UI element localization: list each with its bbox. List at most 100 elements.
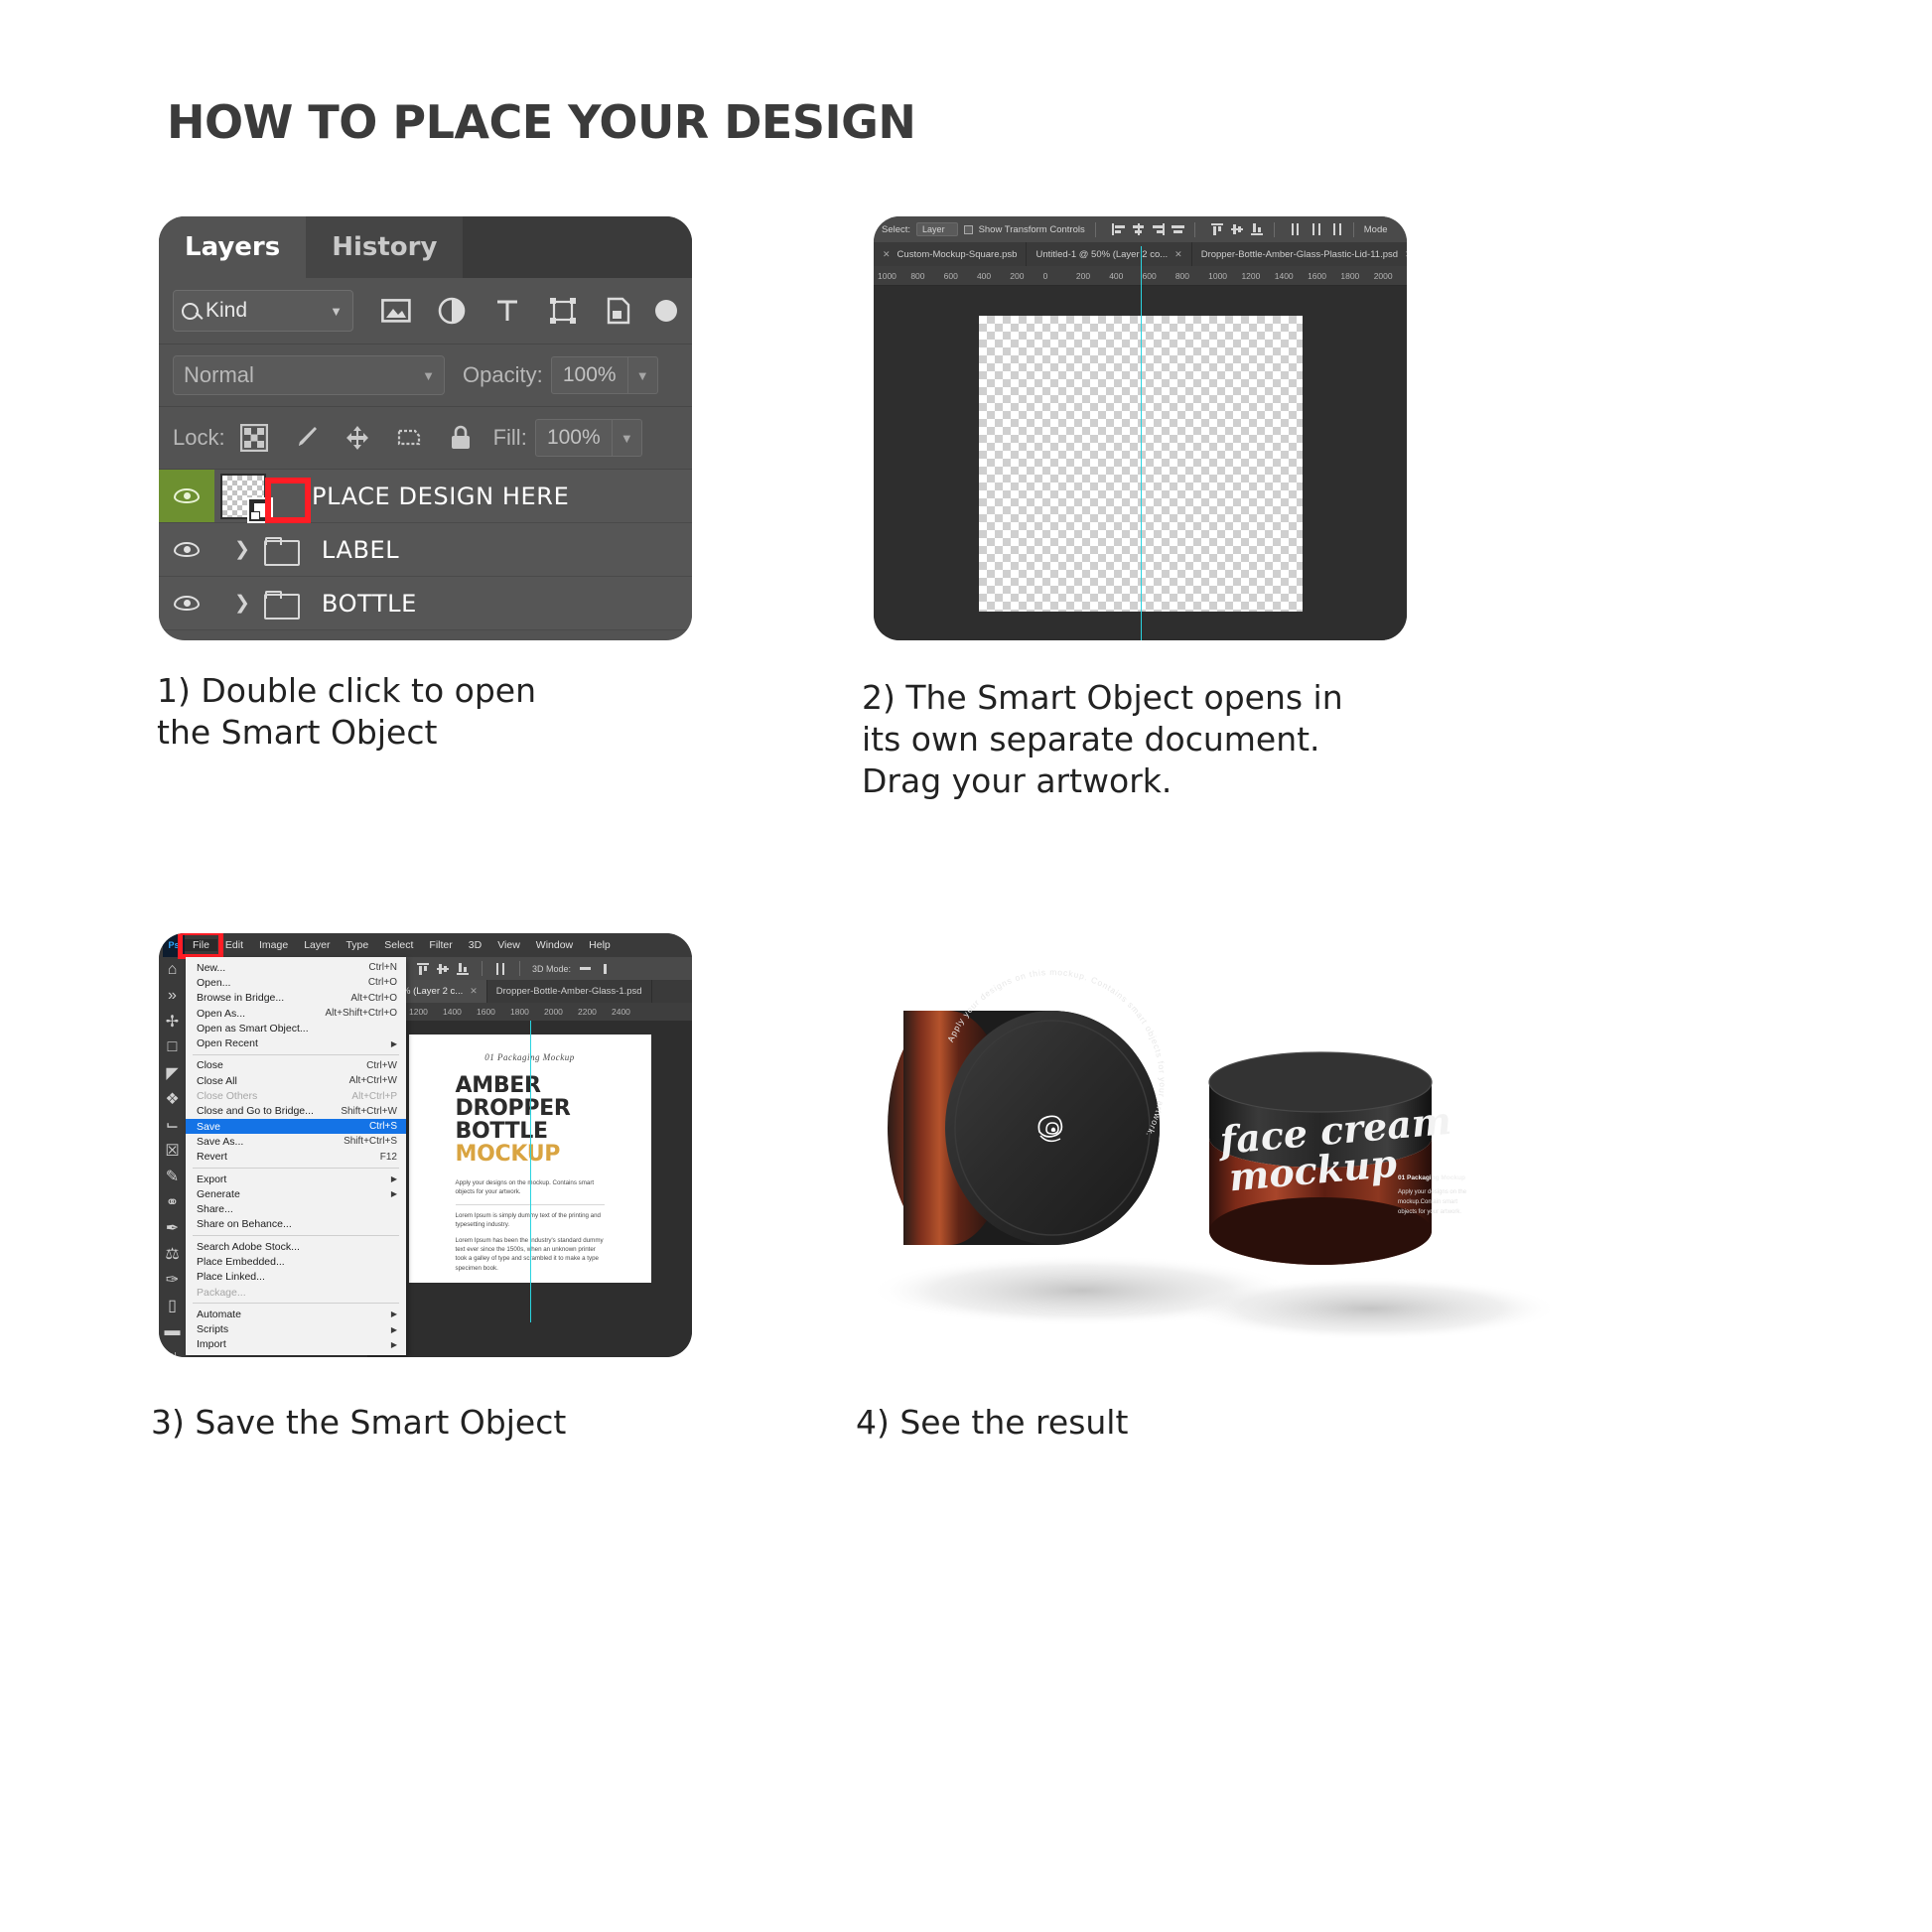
distribute-spacing-icon[interactable] — [494, 962, 507, 975]
menu-item-revert[interactable]: Revert F12 — [186, 1150, 406, 1165]
menu-item-open-as-smart-object[interactable]: Open as Smart Object... — [186, 1021, 406, 1035]
select-layer-dropdown[interactable]: Layer — [916, 222, 958, 236]
chevron-right-icon[interactable]: ❯ — [234, 592, 250, 615]
menu-filter[interactable]: Filter — [421, 939, 460, 951]
menu-item-share[interactable]: Share... — [186, 1201, 406, 1216]
expand-tools-icon[interactable]: » — [164, 987, 181, 1004]
lock-transparency-icon[interactable] — [239, 423, 269, 453]
menu-3d[interactable]: 3D — [461, 939, 489, 951]
menu-item-place-linked[interactable]: Place Linked... — [186, 1270, 406, 1285]
menu-edit[interactable]: Edit — [217, 939, 251, 951]
close-icon[interactable]: ✕ — [1174, 249, 1182, 260]
lasso-tool-icon[interactable]: ◤ — [164, 1064, 181, 1082]
align-distribute-icon[interactable] — [1171, 223, 1184, 235]
align-right-icon[interactable] — [1152, 223, 1165, 235]
tab-layers[interactable]: Layers — [159, 216, 307, 278]
shape-filter-icon[interactable] — [548, 296, 578, 326]
three-d-pan-icon[interactable] — [600, 963, 613, 975]
menu-item-browse-in-bridge[interactable]: Browse in Bridge... Alt+Ctrl+O — [186, 991, 406, 1006]
menu-item-place-embedded[interactable]: Place Embedded... — [186, 1254, 406, 1269]
align-middle-icon[interactable] — [1230, 223, 1244, 235]
menu-select[interactable]: Select — [376, 939, 421, 951]
layer-visibility-toggle[interactable] — [159, 523, 214, 576]
show-transform-controls-checkbox[interactable] — [963, 224, 973, 234]
distribute-right-icon[interactable] — [1330, 223, 1343, 235]
type-filter-icon[interactable] — [492, 296, 522, 326]
menu-item-new[interactable]: New... Ctrl+N — [186, 960, 406, 975]
opacity-stepper-caret[interactable]: ▼ — [627, 356, 658, 394]
close-icon[interactable]: ✕ — [883, 249, 891, 260]
fill-input[interactable]: 100% — [534, 419, 613, 457]
menu-item-open[interactable]: Open... Ctrl+O — [186, 975, 406, 990]
home-icon[interactable]: ⌂ — [164, 961, 181, 978]
chevron-right-icon[interactable]: ❯ — [234, 538, 250, 561]
menu-item-share-on-behance[interactable]: Share on Behance... — [186, 1217, 406, 1232]
lock-image-icon[interactable] — [291, 423, 321, 453]
layer-thumbnail[interactable] — [220, 473, 273, 523]
document-tab-dropper-bottle[interactable]: Dropper-Bottle-Amber-Glass-1.psd — [487, 980, 652, 1003]
healing-brush-tool-icon[interactable]: ⚭ — [164, 1193, 181, 1211]
menu-item-open-as[interactable]: Open As... Alt+Shift+Ctrl+O — [186, 1006, 406, 1021]
adjustment-filter-icon[interactable] — [437, 296, 467, 326]
fill-stepper-caret[interactable]: ▼ — [612, 419, 642, 457]
image-filter-icon[interactable] — [381, 296, 411, 326]
layer-row-place-design-here[interactable]: PLACE DESIGN HERE — [159, 470, 692, 523]
menu-view[interactable]: View — [489, 939, 528, 951]
lock-artboard-icon[interactable] — [394, 423, 424, 453]
canvas-area[interactable]: 01 Packaging Mockup AMBER DROPPER BOTTLE… — [367, 1021, 692, 1357]
menu-type[interactable]: Type — [338, 939, 376, 951]
eraser-tool-icon[interactable]: ▯ — [164, 1297, 181, 1314]
close-icon[interactable]: ✕ — [470, 986, 478, 997]
document-tab-custom-mockup[interactable]: ✕ Custom-Mockup-Square.psb — [874, 242, 1028, 266]
eyedropper-tool-icon[interactable]: ✎ — [164, 1168, 181, 1185]
layer-row-label[interactable]: ❯ LABEL — [159, 523, 692, 577]
menu-item-search-adobe-stock[interactable]: Search Adobe Stock... — [186, 1239, 406, 1254]
layer-visibility-toggle[interactable] — [159, 470, 214, 522]
distribute-left-icon[interactable] — [1291, 223, 1304, 235]
align-top-icon[interactable] — [417, 962, 430, 975]
menu-item-scripts[interactable]: Scripts ▶ — [186, 1322, 406, 1337]
transparent-canvas[interactable] — [978, 245, 1303, 640]
filter-kind-select[interactable]: Kind ▼ — [173, 290, 353, 332]
menu-help[interactable]: Help — [581, 939, 619, 951]
document-tab-untitled-1[interactable]: Untitled-1 @ 50% (Layer 2 co... ✕ — [1027, 242, 1192, 266]
document-tab-dropper-bottle[interactable]: Dropper-Bottle-Amber-Glass-Plastic-Lid-1… — [1192, 242, 1407, 266]
filter-enable-toggle[interactable] — [655, 300, 677, 322]
menu-window[interactable]: Window — [528, 939, 581, 951]
marquee-tool-icon[interactable]: □ — [164, 1038, 181, 1055]
menu-layer[interactable]: Layer — [296, 939, 338, 951]
layer-row-bottle[interactable]: ❯ BOTTLE — [159, 577, 692, 630]
quick-selection-tool-icon[interactable]: ❖ — [164, 1090, 181, 1108]
menu-item-generate[interactable]: Generate ▶ — [186, 1186, 406, 1201]
canvas-area[interactable] — [874, 245, 1407, 640]
tab-history[interactable]: History — [306, 216, 464, 278]
blend-mode-select[interactable]: Normal ▼ — [173, 355, 445, 395]
align-left-icon[interactable] — [1111, 223, 1125, 235]
menu-item-close-and-go-to-bridge[interactable]: Close and Go to Bridge... Shift+Ctrl+W — [186, 1104, 406, 1119]
menu-item-close[interactable]: Close Ctrl+W — [186, 1058, 406, 1073]
history-brush-tool-icon[interactable]: ✑ — [164, 1271, 181, 1289]
menu-item-automate[interactable]: Automate ▶ — [186, 1307, 406, 1321]
blur-tool-icon[interactable]: ♃ — [164, 1348, 181, 1358]
menu-item-open-recent[interactable]: Open Recent ▶ — [186, 1035, 406, 1050]
opacity-input[interactable]: 100% — [550, 356, 628, 394]
align-bottom-icon[interactable] — [1250, 223, 1264, 235]
close-icon[interactable]: ✕ — [1405, 249, 1407, 260]
crop-tool-icon[interactable]: ⌙ — [164, 1116, 181, 1134]
distribute-center-icon[interactable] — [1311, 223, 1323, 235]
frame-tool-icon[interactable]: ☒ — [164, 1142, 181, 1160]
menu-image[interactable]: Image — [251, 939, 296, 951]
brush-tool-icon[interactable]: ✒ — [164, 1219, 181, 1237]
align-center-horizontal-icon[interactable] — [1132, 223, 1145, 235]
menu-item-import[interactable]: Import ▶ — [186, 1337, 406, 1352]
align-middle-icon[interactable] — [437, 963, 450, 975]
menu-file[interactable]: File — [185, 939, 217, 951]
artwork-page[interactable]: 01 Packaging Mockup AMBER DROPPER BOTTLE… — [408, 1021, 651, 1322]
layer-visibility-toggle[interactable] — [159, 577, 214, 629]
menu-item-export[interactable]: Export ▶ — [186, 1172, 406, 1186]
clone-stamp-tool-icon[interactable]: ⚖ — [164, 1245, 181, 1263]
gradient-tool-icon[interactable]: ▬ — [164, 1322, 181, 1339]
menu-item-save[interactable]: Save Ctrl+S — [186, 1118, 406, 1135]
align-bottom-icon[interactable] — [457, 962, 470, 975]
smart-object-filter-icon[interactable] — [604, 296, 633, 326]
